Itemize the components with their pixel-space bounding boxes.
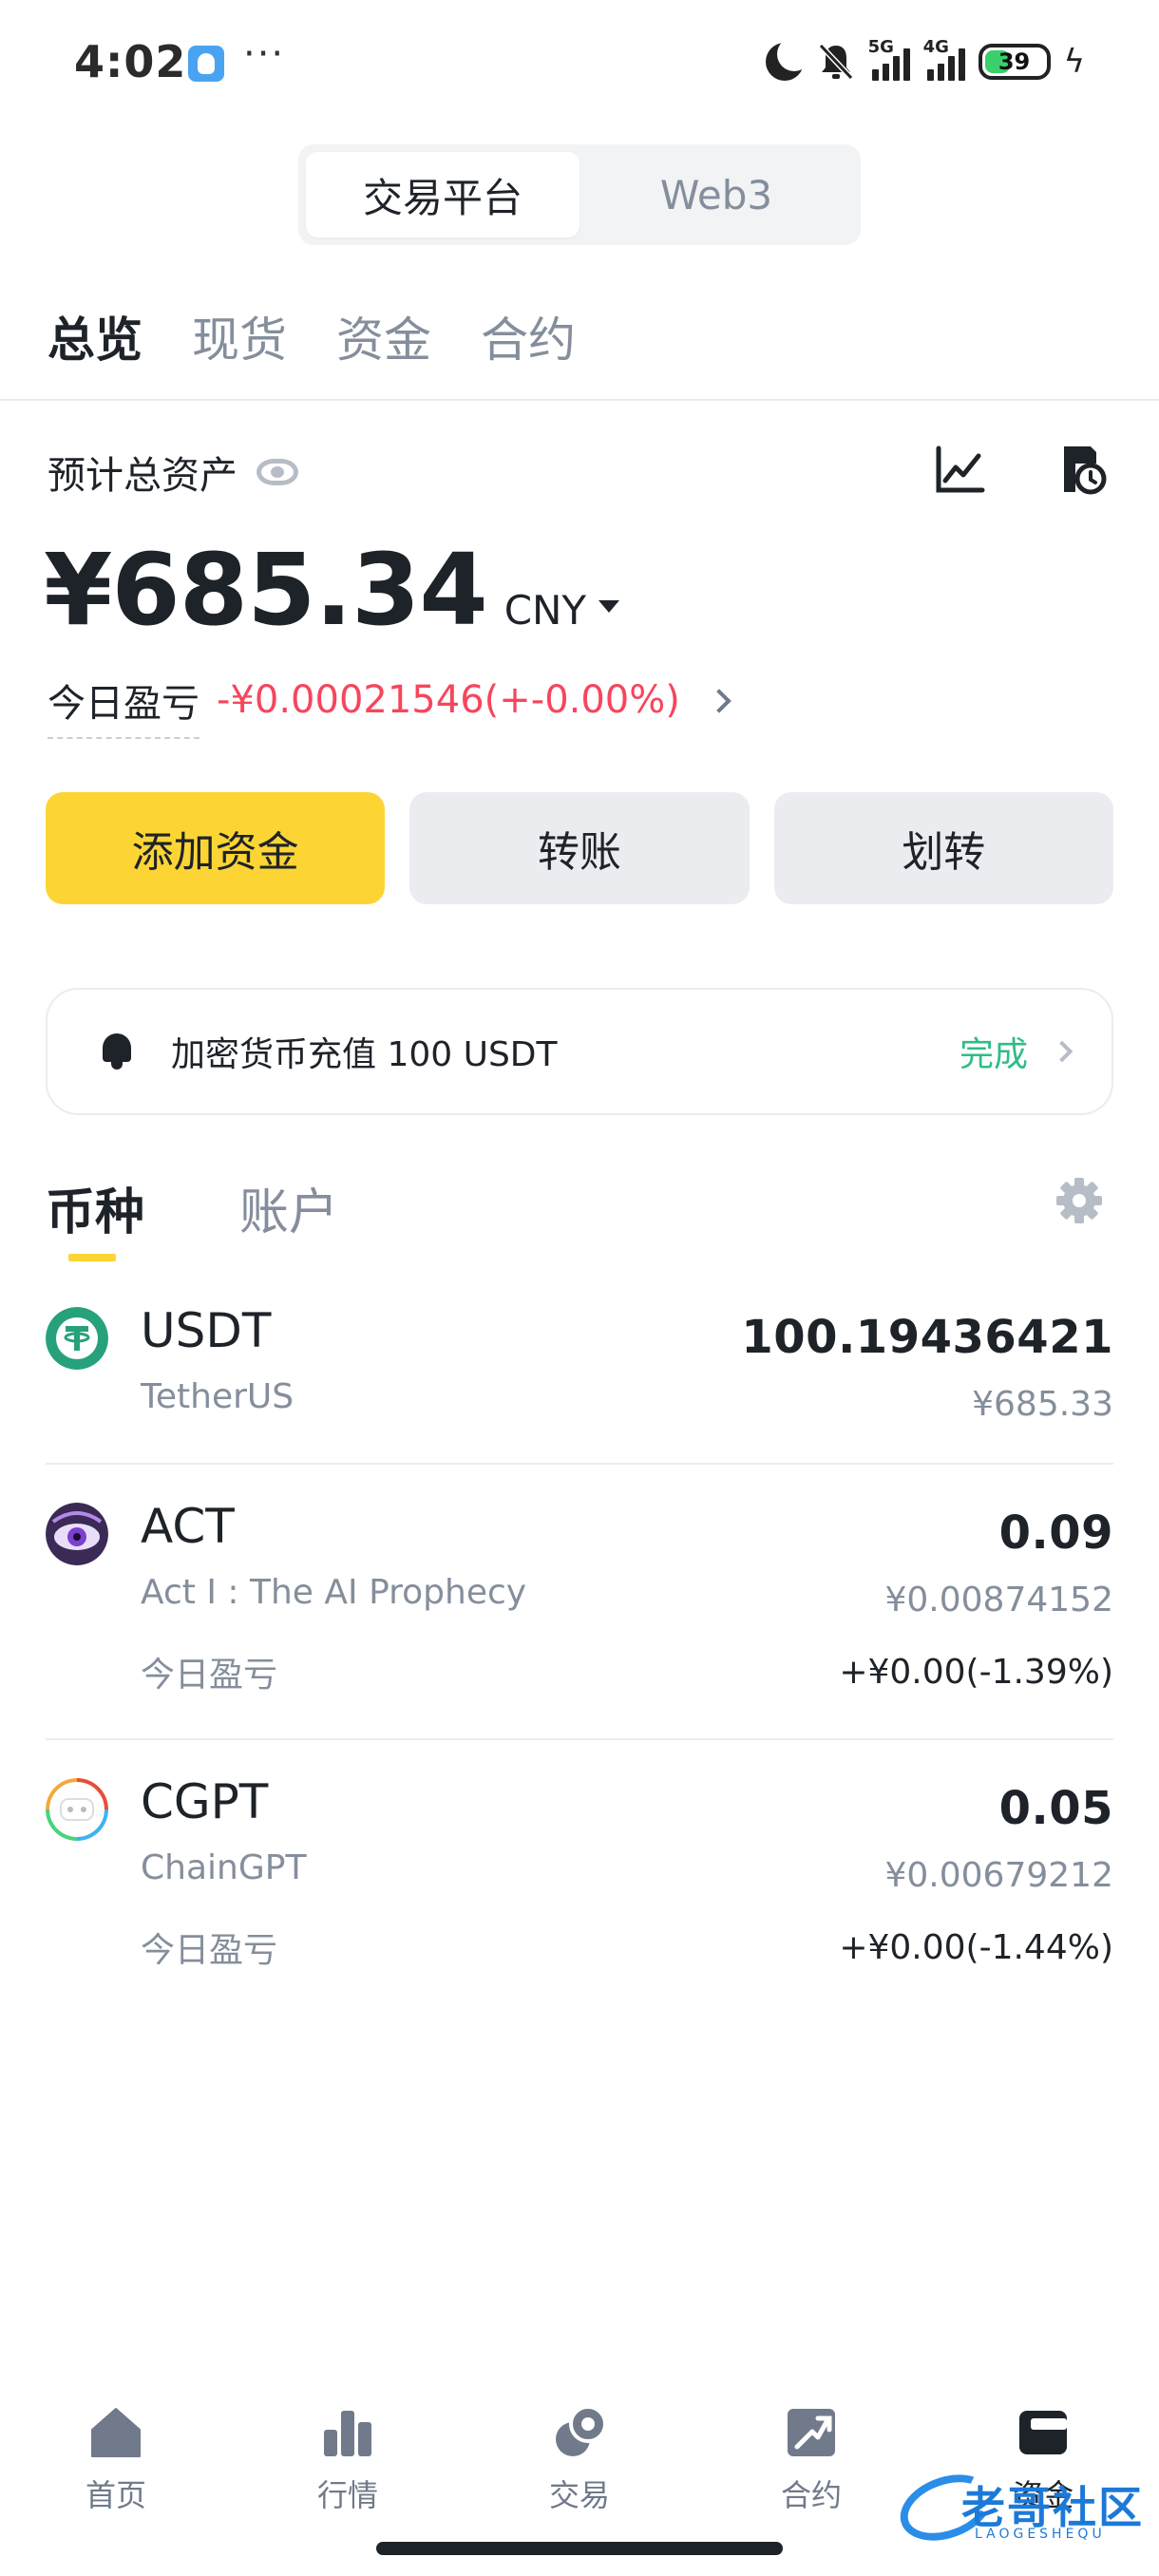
status-icons: 5G 4G 39 ϟ — [765, 37, 1085, 85]
signal-4g-icon: 4G — [923, 37, 965, 81]
nav-futures-label: 合约 — [780, 2477, 842, 2513]
nav-trade-label: 交易 — [548, 2477, 610, 2513]
deposit-notice-card[interactable]: 加密货币充值 100 USDT 完成 — [46, 988, 1113, 1115]
coin-amount: 0.05 — [998, 1782, 1113, 1835]
asset-row-cgpt-content: CGPT ChainGPT 今日盈亏 0.05 ¥0.00679212 +¥0.… — [46, 1767, 1113, 2016]
trade-icon — [556, 2405, 607, 2456]
usdt-logo-icon — [46, 1307, 108, 1370]
transfer-button[interactable]: 划转 — [773, 792, 1113, 904]
currency-label: CNY — [504, 587, 587, 634]
futures-icon — [788, 2409, 835, 2456]
wallet-icon — [1019, 2411, 1067, 2454]
more-notifications-icon: ··· — [243, 32, 286, 76]
nav-futures[interactable]: 合约 — [695, 2384, 927, 2527]
add-funds-button[interactable]: 添加资金 — [46, 792, 386, 904]
platform-switch: 交易平台 Web3 — [298, 144, 861, 245]
bell-icon — [101, 1033, 133, 1070]
currency-selector[interactable]: CNY — [504, 587, 620, 634]
charging-icon: ϟ — [1063, 43, 1085, 81]
nav-markets-label: 行情 — [316, 2477, 378, 2513]
tabs-divider — [0, 399, 1159, 401]
segment-exchange[interactable]: 交易平台 — [306, 152, 580, 237]
wallet-tabs: 总览 现货 资金 合约 — [48, 302, 576, 370]
asset-row-act-content: ACT Act I : The AI Prophecy 今日盈亏 0.09 ¥0… — [46, 1491, 1113, 1740]
coin-symbol: ACT — [141, 1499, 235, 1554]
tab-accounts[interactable]: 账户 — [239, 1172, 338, 1243]
nav-home[interactable]: 首页 — [0, 2384, 232, 2527]
coin-symbol: USDT — [141, 1303, 272, 1358]
tab-futures[interactable]: 合约 — [481, 302, 576, 370]
pnl-chart-icon[interactable] — [933, 443, 986, 496]
status-bar: 4:02 ··· 5G 4G 39 ϟ — [0, 0, 1159, 125]
estimated-assets-text: 预计总资产 — [48, 454, 238, 498]
gear-icon[interactable] — [1054, 1176, 1104, 1225]
coin-pnl: +¥0.00(-1.44%) — [839, 1928, 1113, 1967]
today-pnl-row[interactable]: 今日盈亏 -¥0.00021546(+-0.00%) — [48, 672, 732, 739]
watermark-logo: 老哥社区 LAOGESHEQU — [891, 2462, 1146, 2553]
action-buttons: 添加资金 转账 划转 — [46, 792, 1113, 904]
markets-icon — [324, 2411, 371, 2456]
asset-row-usdt[interactable]: USDT TetherUS 100.19436421 ¥685.33 — [46, 1296, 1113, 1465]
asset-row-act[interactable]: ACT Act I : The AI Prophecy 今日盈亏 0.09 ¥0… — [46, 1465, 1113, 1740]
signal-5g-icon: 5G — [868, 37, 910, 81]
coin-name: Act I : The AI Prophecy — [141, 1573, 527, 1612]
chevron-right-icon — [1051, 1040, 1074, 1063]
coin-value: ¥0.00679212 — [884, 1856, 1114, 1895]
coin-symbol: CGPT — [141, 1774, 269, 1829]
coin-value: ¥685.33 — [972, 1385, 1113, 1424]
home-indicator[interactable] — [376, 2542, 783, 2555]
notice-text: 加密货币充值 100 USDT — [171, 1035, 558, 1074]
coin-name: ChainGPT — [141, 1848, 307, 1887]
total-assets-value: ¥685.34 — [44, 532, 488, 648]
estimated-assets-label: 预计总资产 — [48, 445, 298, 500]
tab-coins[interactable]: 币种 — [46, 1172, 144, 1261]
total-assets: ¥685.34 CNY — [44, 532, 620, 648]
coin-name: TetherUS — [141, 1377, 294, 1416]
cgpt-logo-icon — [46, 1778, 108, 1841]
asset-row-cgpt[interactable]: CGPT ChainGPT 今日盈亏 0.05 ¥0.00679212 +¥0.… — [46, 1740, 1113, 2016]
segment-web3[interactable]: Web3 — [580, 152, 853, 237]
asset-list: USDT TetherUS 100.19436421 ¥685.33 ACT A… — [46, 1296, 1113, 2016]
home-icon — [91, 2408, 141, 2457]
nav-home-label: 首页 — [85, 2477, 146, 2513]
do-not-disturb-icon — [765, 37, 811, 81]
nav-trade[interactable]: 交易 — [464, 2384, 695, 2527]
asset-view-tabs: 币种 账户 — [46, 1172, 338, 1261]
silent-mode-icon — [818, 43, 853, 81]
status-time: 4:02 — [74, 36, 187, 87]
nav-markets[interactable]: 行情 — [232, 2384, 464, 2527]
coin-pnl-label: 今日盈亏 — [141, 1656, 278, 1695]
tab-spot[interactable]: 现货 — [192, 302, 287, 370]
notice-status: 完成 — [959, 1035, 1028, 1074]
caret-down-icon — [598, 600, 620, 613]
eye-icon[interactable] — [256, 459, 298, 485]
battery-icon: 39 — [978, 44, 1051, 80]
coin-amount: 100.19436421 — [741, 1311, 1113, 1364]
coin-pnl-label: 今日盈亏 — [141, 1931, 278, 1970]
coin-value: ¥0.00874152 — [884, 1581, 1114, 1619]
watermark-subtext: LAOGESHEQU — [975, 2527, 1106, 2542]
coin-pnl: +¥0.00(-1.39%) — [839, 1653, 1113, 1692]
tab-funding[interactable]: 资金 — [336, 302, 431, 370]
send-button[interactable]: 转账 — [409, 792, 750, 904]
qq-notification-icon — [188, 46, 224, 82]
history-icon[interactable] — [1056, 443, 1110, 496]
today-pnl-label: 今日盈亏 — [48, 672, 200, 739]
today-pnl-value: -¥0.00021546(+-0.00%) — [217, 678, 680, 722]
chevron-right-icon — [707, 689, 732, 713]
tab-overview[interactable]: 总览 — [48, 302, 142, 370]
coin-amount: 0.09 — [998, 1506, 1113, 1560]
act-logo-icon — [46, 1503, 108, 1565]
